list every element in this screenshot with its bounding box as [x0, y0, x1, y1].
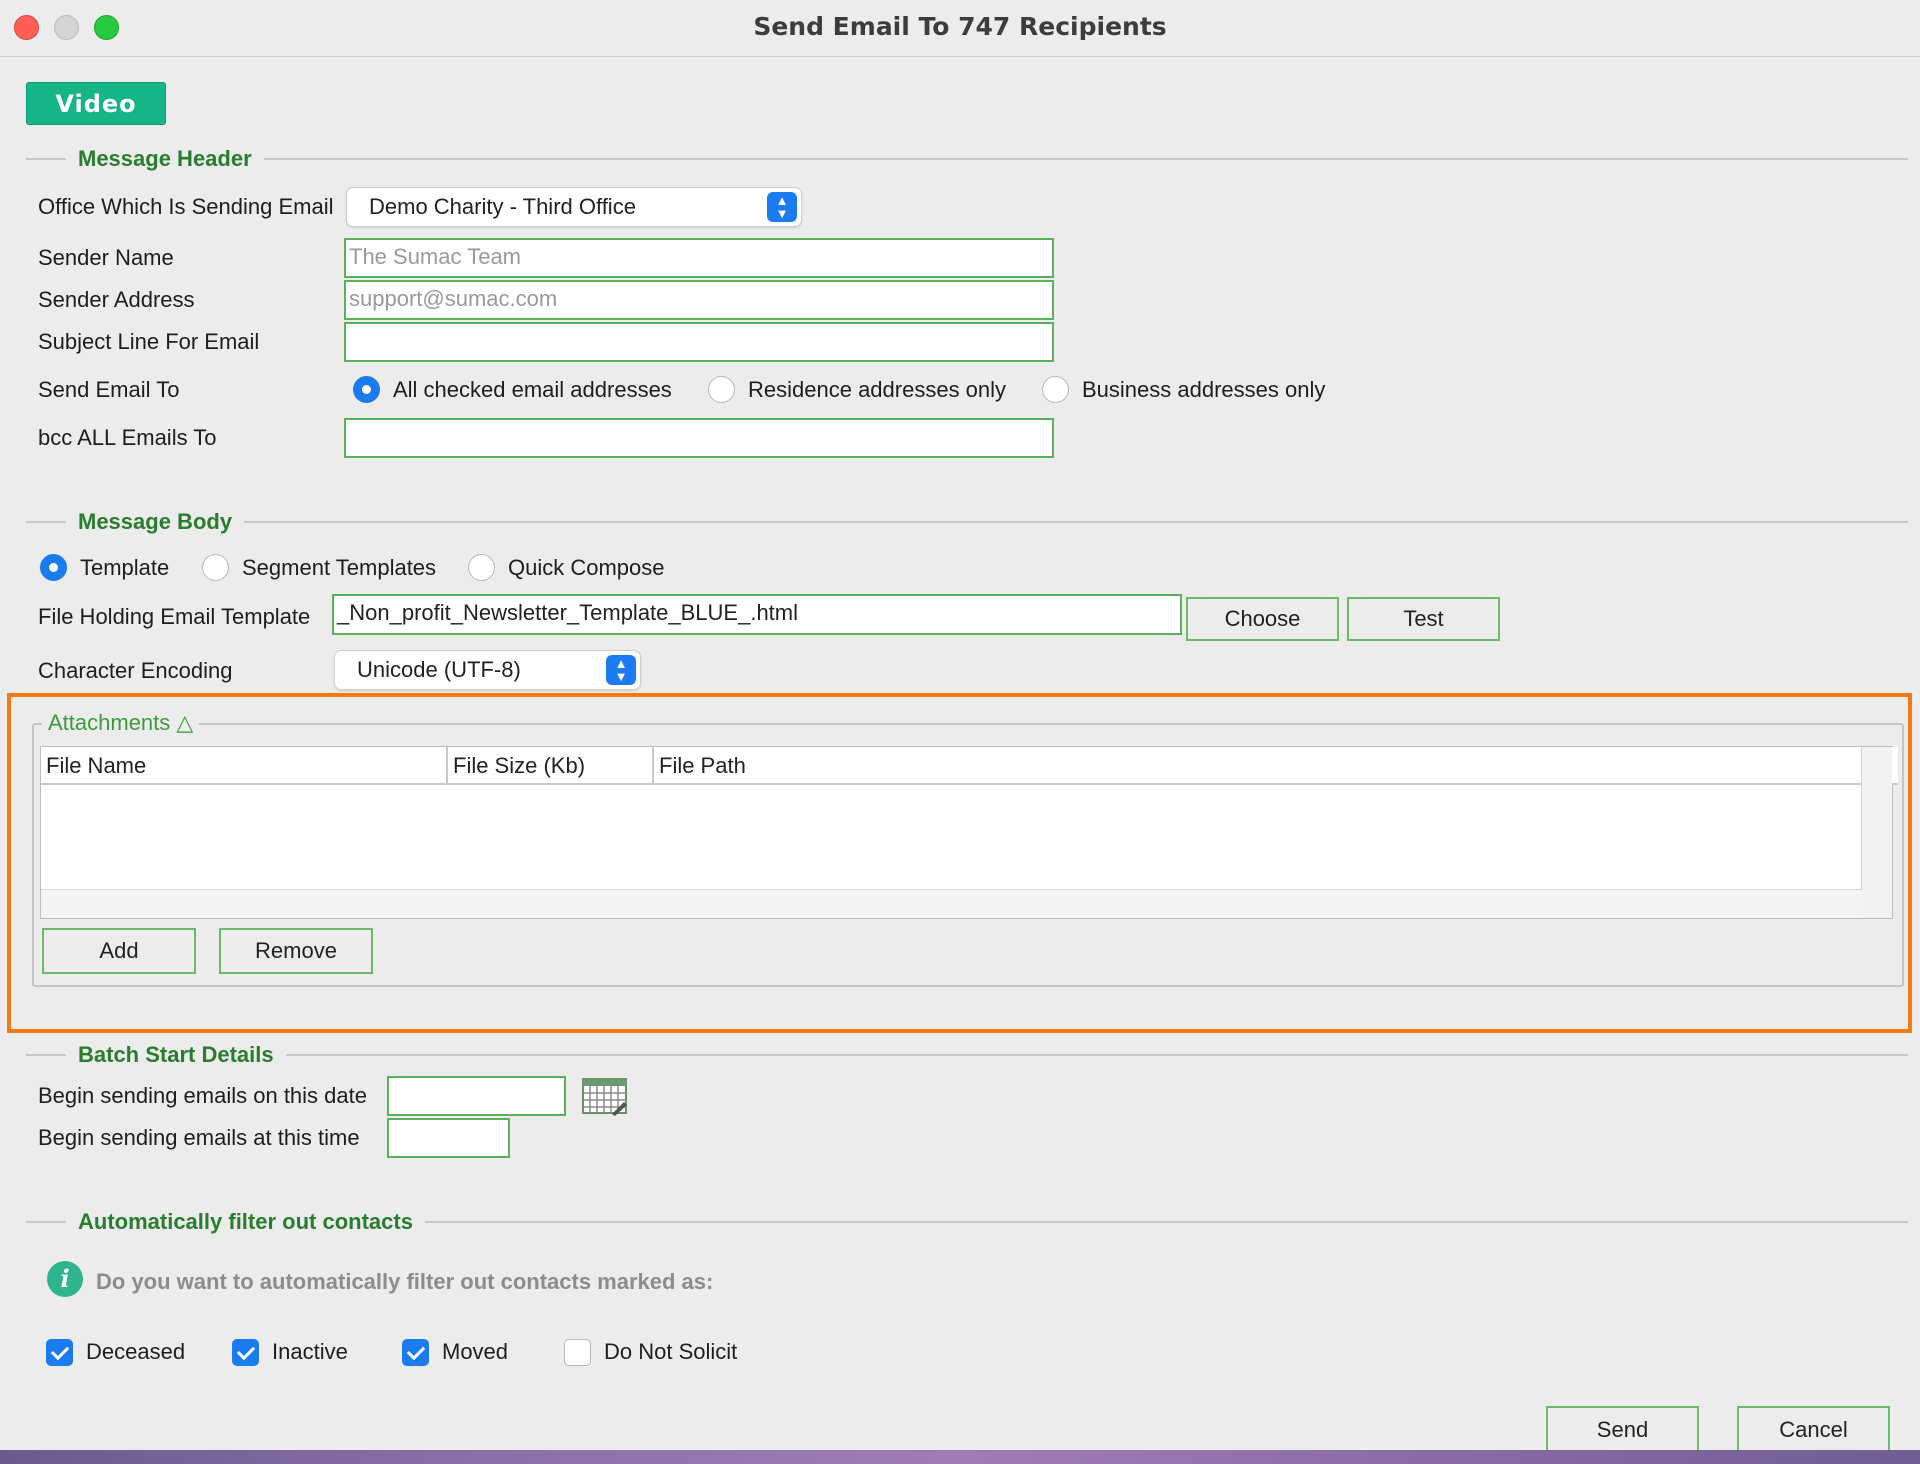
choose-button[interactable]: Choose: [1186, 597, 1339, 641]
filter-title: Automatically filter out contacts: [66, 1208, 425, 1236]
section-divider: [26, 521, 1908, 523]
vertical-scrollbar[interactable]: [1861, 747, 1892, 918]
cancel-button[interactable]: Cancel: [1737, 1406, 1890, 1452]
moved-checkbox[interactable]: [402, 1339, 429, 1366]
message-body-title: Message Body: [66, 508, 245, 536]
subject-label: Subject Line For Email: [38, 329, 260, 354]
inactive-label: Inactive: [272, 1339, 348, 1364]
remove-attachment-button[interactable]: Remove: [219, 928, 373, 974]
mode-template-radio[interactable]: [40, 554, 67, 581]
batch-date-label: Begin sending emails on this date: [38, 1083, 367, 1108]
batch-start-title: Batch Start Details: [66, 1041, 286, 1069]
add-attachment-button[interactable]: Add: [42, 928, 196, 974]
subject-input[interactable]: [344, 322, 1054, 362]
send-button[interactable]: Send: [1546, 1406, 1699, 1452]
template-file-label: File Holding Email Template: [38, 604, 311, 629]
sender-address-label: Sender Address: [38, 287, 195, 312]
sender-name-label: Sender Name: [38, 245, 174, 270]
send-to-label: Send Email To: [38, 377, 180, 402]
template-file-input[interactable]: _Non_profit_Newsletter_Template_BLUE_.ht…: [332, 594, 1182, 635]
window-title: Send Email To 747 Recipients: [753, 12, 1167, 41]
column-header-file-path[interactable]: File Path: [654, 747, 1898, 785]
video-button[interactable]: Video: [26, 82, 166, 125]
office-select-value: Demo Charity - Third Office: [369, 194, 636, 219]
mode-quick-compose-radio[interactable]: [468, 554, 495, 581]
send-to-business-label: Business addresses only: [1082, 377, 1326, 402]
filter-info-text: Do you want to automatically filter out …: [96, 1269, 714, 1294]
mode-segment-radio[interactable]: [202, 554, 229, 581]
send-to-residence-label: Residence addresses only: [748, 377, 1007, 402]
encoding-select[interactable]: Unicode (UTF-8) ▲ ▼: [334, 650, 641, 690]
test-button[interactable]: Test: [1347, 597, 1500, 641]
select-chevrons-icon: ▲ ▼: [606, 655, 636, 685]
deceased-label: Deceased: [86, 1339, 186, 1364]
sender-address-input[interactable]: support@sumac.com: [344, 280, 1054, 320]
encoding-select-value: Unicode (UTF-8): [357, 657, 521, 682]
horizontal-scrollbar[interactable]: [41, 889, 1862, 918]
moved-label: Moved: [442, 1339, 509, 1364]
send-to-all-label: All checked email addresses: [393, 377, 672, 402]
bcc-label: bcc ALL Emails To: [38, 425, 217, 450]
mode-quick-compose-label: Quick Compose: [508, 555, 665, 580]
select-chevrons-icon: ▲ ▼: [767, 192, 797, 222]
mode-template-label: Template: [80, 555, 170, 580]
send-to-business-radio[interactable]: [1042, 376, 1069, 403]
batch-date-input[interactable]: [387, 1076, 566, 1116]
section-divider: [26, 158, 1908, 160]
mode-segment-label: Segment Templates: [242, 555, 437, 580]
sender-name-input[interactable]: The Sumac Team: [344, 238, 1054, 278]
info-icon: i: [47, 1261, 83, 1297]
message-header-title: Message Header: [66, 145, 264, 173]
office-label: Office Which Is Sending Email: [38, 194, 334, 219]
section-divider: [26, 1054, 1908, 1056]
do-not-solicit-checkbox[interactable]: [564, 1339, 591, 1366]
office-select[interactable]: Demo Charity - Third Office ▲ ▼: [346, 187, 802, 227]
batch-time-input[interactable]: [387, 1118, 510, 1158]
inactive-checkbox[interactable]: [232, 1339, 259, 1366]
desktop-background-strip: [0, 1450, 1920, 1464]
attachments-table[interactable]: File Name File Size (Kb) File Path: [40, 746, 1898, 919]
calendar-icon[interactable]: [582, 1076, 628, 1116]
attachments-title[interactable]: Attachments △: [42, 709, 200, 737]
batch-time-label: Begin sending emails at this time: [38, 1125, 360, 1150]
do-not-solicit-label: Do Not Solicit: [604, 1339, 738, 1364]
column-header-file-name[interactable]: File Name: [41, 747, 448, 785]
bcc-input[interactable]: [344, 418, 1054, 458]
column-header-file-size[interactable]: File Size (Kb): [448, 747, 654, 785]
send-to-all-radio[interactable]: [353, 376, 380, 403]
encoding-label: Character Encoding: [38, 658, 233, 683]
deceased-checkbox[interactable]: [46, 1339, 73, 1366]
send-to-residence-radio[interactable]: [708, 376, 735, 403]
